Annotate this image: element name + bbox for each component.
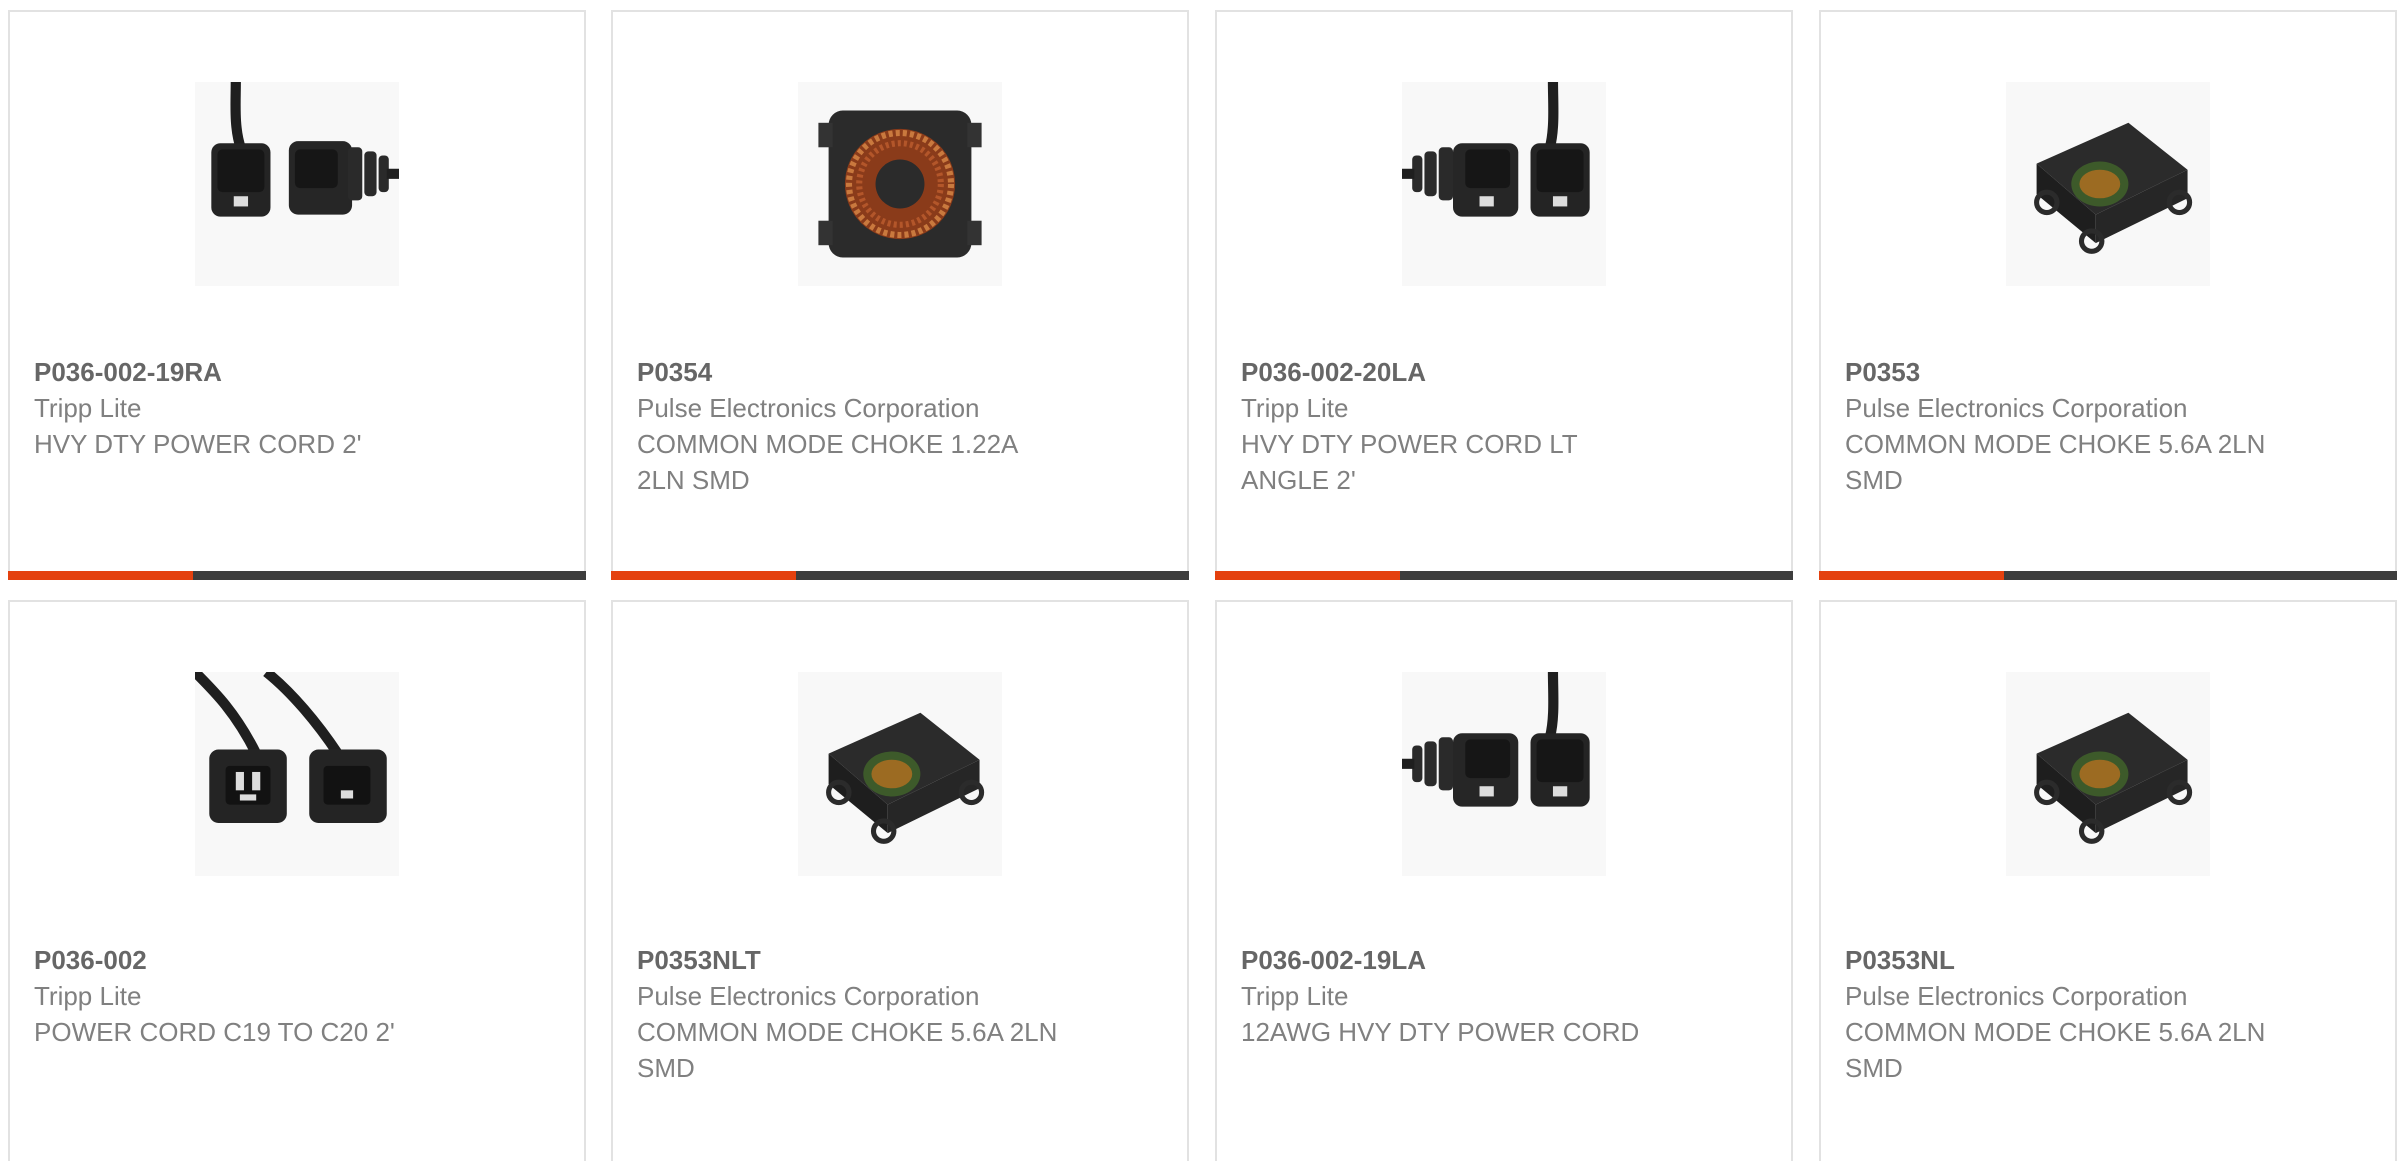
- part-number[interactable]: P036-002-19RA: [34, 354, 554, 390]
- description: COMMON MODE CHOKE 1.22A 2LN SMD: [637, 429, 1017, 495]
- progress-bar: [8, 571, 586, 580]
- part-number[interactable]: P036-002-20LA: [1241, 354, 1761, 390]
- description: HVY DTY POWER CORD LT ANGLE 2': [1241, 429, 1578, 495]
- progress-fill: [8, 571, 193, 580]
- product-image: [1402, 82, 1606, 286]
- product-image: [195, 672, 399, 876]
- product-card[interactable]: P036-002-20LA Tripp Lite HVY DTY POWER C…: [1215, 10, 1793, 580]
- power-cord-left-angle-icon: [1402, 672, 1590, 807]
- product-image: [1402, 672, 1606, 876]
- power-cord-straight-icon: [195, 672, 387, 823]
- product-card[interactable]: P036-002-19RA Tripp Lite HVY DTY POWER C…: [8, 10, 586, 580]
- product-card[interactable]: P036-002 Tripp Lite POWER CORD C19 TO C2…: [8, 600, 586, 1161]
- product-image: [2006, 82, 2210, 286]
- manufacturer: Tripp Lite: [34, 393, 142, 423]
- product-card[interactable]: P0353NLT Pulse Electronics Corporation C…: [611, 600, 1189, 1161]
- description: 12AWG HVY DTY POWER CORD: [1241, 1017, 1640, 1047]
- manufacturer: Tripp Lite: [34, 981, 142, 1011]
- product-image: [2006, 672, 2210, 876]
- smd-choke-icon: [2034, 122, 2193, 254]
- progress-bar: [1819, 571, 2397, 580]
- progress-fill: [1215, 571, 1400, 580]
- smd-choke-icon: [2034, 712, 2193, 844]
- power-cord-right-angle-icon: [211, 82, 399, 217]
- toroid-choke-icon: [818, 110, 982, 258]
- part-number[interactable]: P0353NLT: [637, 942, 1157, 978]
- product-image: [195, 82, 399, 286]
- description: COMMON MODE CHOKE 5.6A 2LN SMD: [637, 1017, 1058, 1083]
- product-image: [798, 82, 1002, 286]
- progress-fill: [1819, 571, 2004, 580]
- progress-bar: [611, 571, 1189, 580]
- progress-fill: [611, 571, 796, 580]
- part-number[interactable]: P036-002-19LA: [1241, 942, 1761, 978]
- smd-choke-icon: [826, 712, 985, 844]
- description: POWER CORD C19 TO C20 2': [34, 1017, 395, 1047]
- part-number[interactable]: P0353NL: [1845, 942, 2365, 978]
- product-grid: P036-002-19RA Tripp Lite HVY DTY POWER C…: [0, 0, 2400, 1161]
- manufacturer: Tripp Lite: [1241, 981, 1349, 1011]
- description: COMMON MODE CHOKE 5.6A 2LN SMD: [1845, 1017, 2266, 1083]
- product-card[interactable]: P036-002-19LA Tripp Lite 12AWG HVY DTY P…: [1215, 600, 1793, 1161]
- part-number[interactable]: P0354: [637, 354, 1157, 390]
- progress-bar: [1215, 571, 1793, 580]
- product-card[interactable]: P0353NL Pulse Electronics Corporation CO…: [1819, 600, 2397, 1161]
- manufacturer: Pulse Electronics Corporation: [1845, 393, 2188, 423]
- description: HVY DTY POWER CORD 2': [34, 429, 362, 459]
- manufacturer: Pulse Electronics Corporation: [637, 393, 980, 423]
- part-number[interactable]: P036-002: [34, 942, 554, 978]
- manufacturer: Pulse Electronics Corporation: [1845, 981, 2188, 1011]
- part-number[interactable]: P0353: [1845, 354, 2365, 390]
- description: COMMON MODE CHOKE 5.6A 2LN SMD: [1845, 429, 2266, 495]
- manufacturer: Pulse Electronics Corporation: [637, 981, 980, 1011]
- product-card[interactable]: P0353 Pulse Electronics Corporation COMM…: [1819, 10, 2397, 580]
- product-image: [798, 672, 1002, 876]
- power-cord-left-angle-icon: [1402, 82, 1590, 217]
- product-card[interactable]: P0354 Pulse Electronics Corporation COMM…: [611, 10, 1189, 580]
- manufacturer: Tripp Lite: [1241, 393, 1349, 423]
